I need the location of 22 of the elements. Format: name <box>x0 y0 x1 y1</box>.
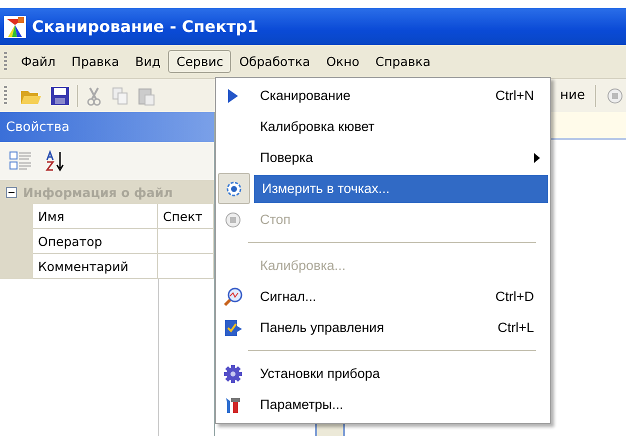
property-name-cell[interactable]: Оператор <box>33 229 158 254</box>
window-title: Сканирование - Спектр1 <box>32 17 258 36</box>
menu-option[interactable]: Калибровка кювет <box>252 112 548 140</box>
menu-item[interactable]: Окно <box>318 50 368 73</box>
panel-title: Свойства <box>0 112 214 142</box>
menu-item[interactable]: Справка <box>367 50 438 73</box>
menu-option[interactable]: Установки прибора <box>252 360 548 388</box>
menu-option[interactable]: Параметры... <box>252 390 548 418</box>
menu-item[interactable]: Правка <box>64 50 128 73</box>
menu-option[interactable]: Измерить в точках... <box>254 174 548 202</box>
menu-option[interactable]: Сигнал... Ctrl+D <box>252 282 548 310</box>
menu-item[interactable]: Сервис <box>168 50 232 73</box>
menu-item[interactable]: Вид <box>127 50 168 73</box>
menu-option[interactable]: Поверка <box>252 144 548 172</box>
menu-item[interactable]: Обработка <box>231 50 318 73</box>
property-value-cell[interactable]: Спект <box>158 204 214 229</box>
menu-item[interactable]: Файл <box>13 50 64 73</box>
property-name-cell[interactable]: Комментарий <box>33 254 158 279</box>
property-name-cell[interactable]: Имя <box>33 204 158 229</box>
menu-option[interactable]: Панель управления Ctrl+L <box>252 314 548 342</box>
menu-option[interactable]: Сканирование Ctrl+N <box>252 82 548 110</box>
toolbar-button[interactable]: ние <box>560 88 585 103</box>
